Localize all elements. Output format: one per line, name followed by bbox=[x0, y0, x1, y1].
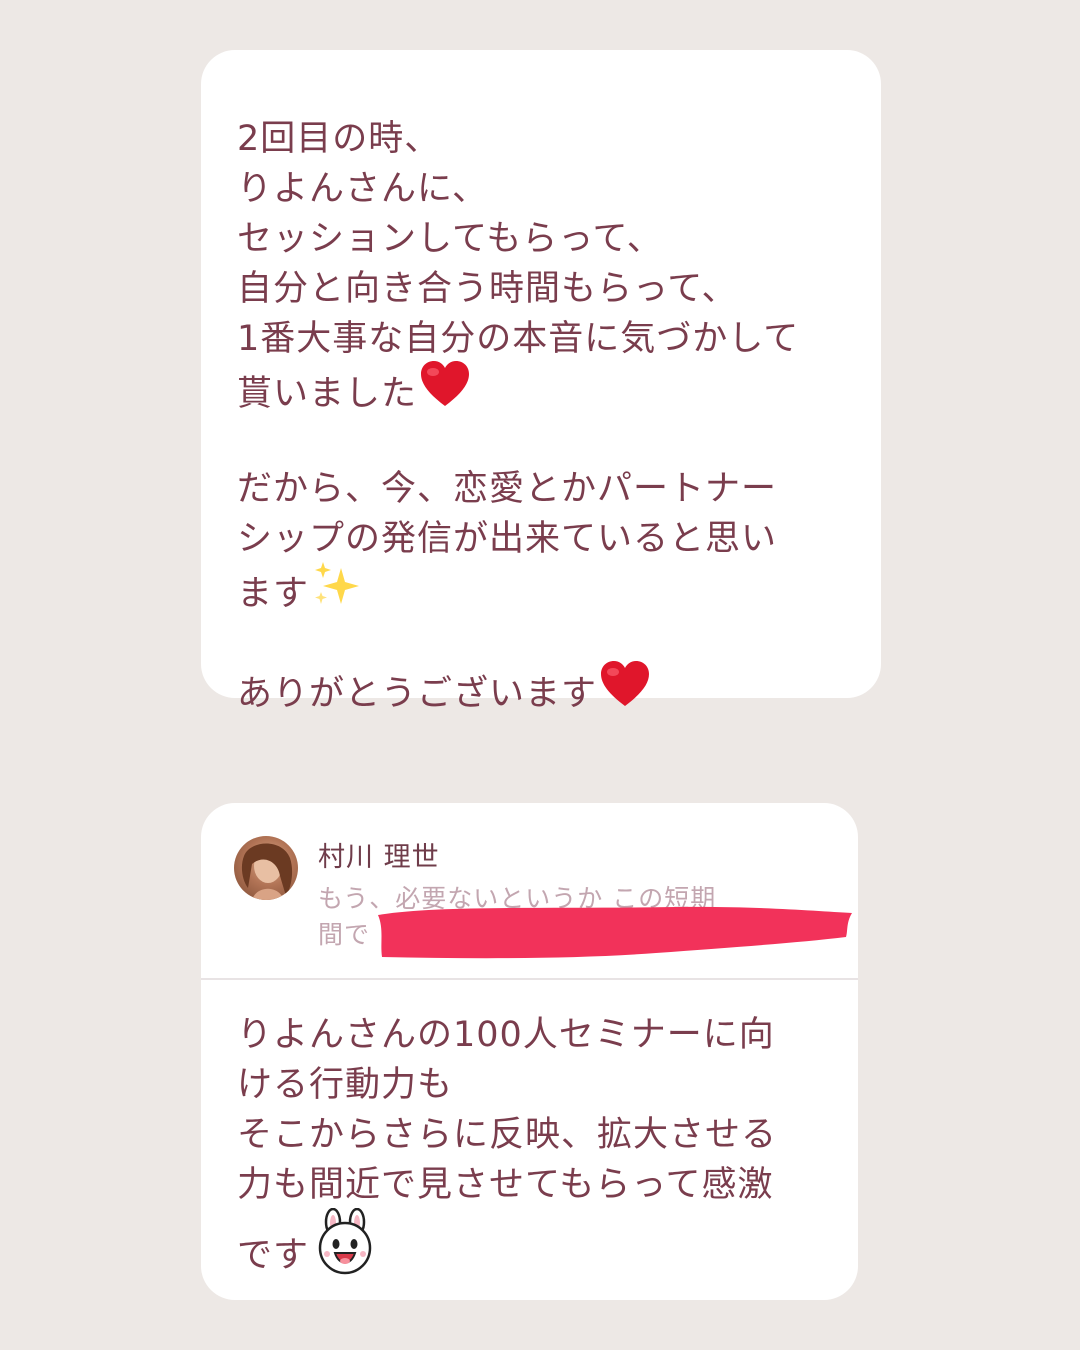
reply-message-body: りよんさんの100人セミナーに向 ける行動力も そこからさらに反映、拡大させる … bbox=[201, 980, 858, 1282]
message-text: ます bbox=[237, 574, 310, 614]
avatar[interactable] bbox=[234, 836, 298, 900]
message-line: 自分と向き合う時間もらって、 bbox=[237, 269, 738, 309]
message-line: セッションしてもらって、 bbox=[237, 219, 663, 259]
message-line: ける行動力も bbox=[237, 1065, 454, 1105]
message-line: だから、今、恋愛とかパートナー bbox=[237, 469, 778, 509]
message-line: りよんさんに、 bbox=[237, 169, 488, 209]
red-heart-icon bbox=[419, 360, 471, 422]
sparkles-icon bbox=[311, 560, 361, 622]
message-line: 1番大事な自分の本音に気づかして bbox=[237, 319, 800, 359]
message-card-1: 2回目の時、 りよんさんに、 セッションしてもらって、 自分と向き合う時間もらっ… bbox=[201, 50, 881, 714]
message-line-with-sticker: です bbox=[237, 1207, 822, 1282]
message-line-with-sparkles: ます bbox=[237, 562, 845, 614]
message-text: 貰いました bbox=[237, 374, 418, 414]
message-line: シップの発信が出来ていると思い bbox=[237, 519, 778, 559]
redaction-mark bbox=[378, 906, 852, 959]
message-line: 力も間近で見させてもらって感激 bbox=[237, 1165, 774, 1205]
red-heart-icon bbox=[599, 660, 651, 722]
bunny-sticker-icon bbox=[311, 1207, 379, 1301]
sender-name: 村川 理世 bbox=[318, 842, 440, 873]
message-line-with-heart: 貰いました bbox=[237, 361, 845, 414]
message-text: です bbox=[237, 1235, 310, 1276]
message-line: りよんさんの100人セミナーに向 bbox=[237, 1015, 775, 1055]
reply-preview-text: 間で bbox=[318, 920, 371, 949]
message-line-with-heart: ありがとうございます bbox=[237, 661, 845, 714]
message-card-2: 村川 理世 もう、必要ないというか この短期 間で りよんさんの100人セミナー… bbox=[201, 803, 858, 1300]
quoted-reply[interactable]: 村川 理世 もう、必要ないというか この短期 間で bbox=[201, 803, 858, 980]
message-text: ありがとうございます bbox=[237, 674, 598, 714]
message-line: そこからさらに反映、拡大させる bbox=[237, 1115, 778, 1155]
message-line: 2回目の時、 bbox=[237, 119, 441, 159]
